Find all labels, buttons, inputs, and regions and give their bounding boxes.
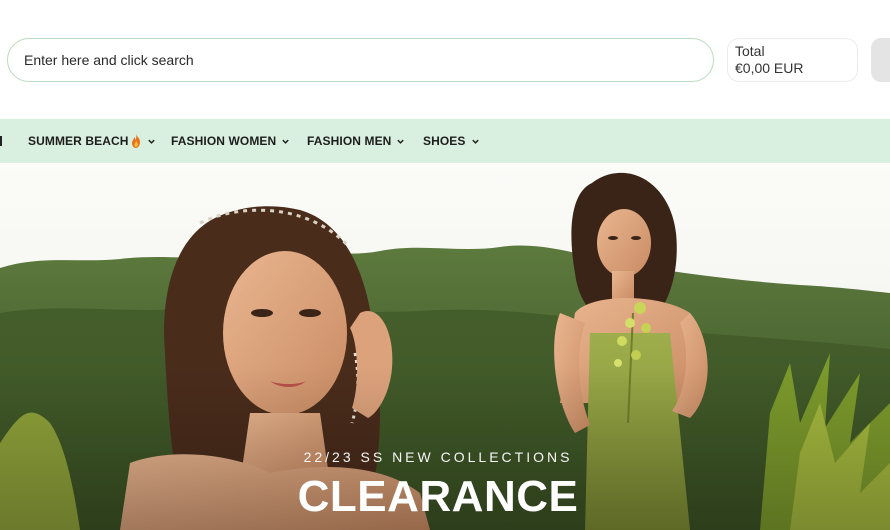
nav-item-summer-beach[interactable]: SUMMER BEACH [28,119,156,163]
nav-item-shoes[interactable]: SHOES [423,119,480,163]
main-nav: SUMMER BEACH FASHION WOMEN FASHION MEN S… [0,119,890,163]
nav-item-label: SHOES [423,134,466,148]
nav-item-label: FASHION MEN [307,134,392,148]
chevron-down-icon [471,139,479,144]
flame-icon [131,134,140,148]
cart-total[interactable]: Total €0,00 EUR [727,38,858,82]
nav-item-fashion-women[interactable]: FASHION WOMEN [171,119,290,163]
cart-total-label: Total [735,43,765,59]
site-header: Total €0,00 EUR [0,0,890,119]
hero-subtitle: 22/23 SS NEW COLLECTIONS [303,449,573,465]
search-bar[interactable] [7,38,714,82]
cart-button[interactable] [871,38,890,82]
cart-total-value: €0,00 EUR [735,60,804,76]
chevron-down-icon [147,139,155,144]
chevron-down-icon [282,139,290,144]
hero-title: CLEARANCE [297,472,579,521]
chevron-down-icon [397,139,405,144]
nav-item-label: FASHION WOMEN [171,134,277,148]
hero-banner[interactable]: 22/23 SS NEW COLLECTIONS CLEARANCE [0,163,890,530]
nav-item-label: SUMMER BEACH [28,134,129,148]
nav-edge-fragment [0,136,2,146]
search-input[interactable] [24,52,713,68]
nav-item-fashion-men[interactable]: FASHION MEN [307,119,405,163]
